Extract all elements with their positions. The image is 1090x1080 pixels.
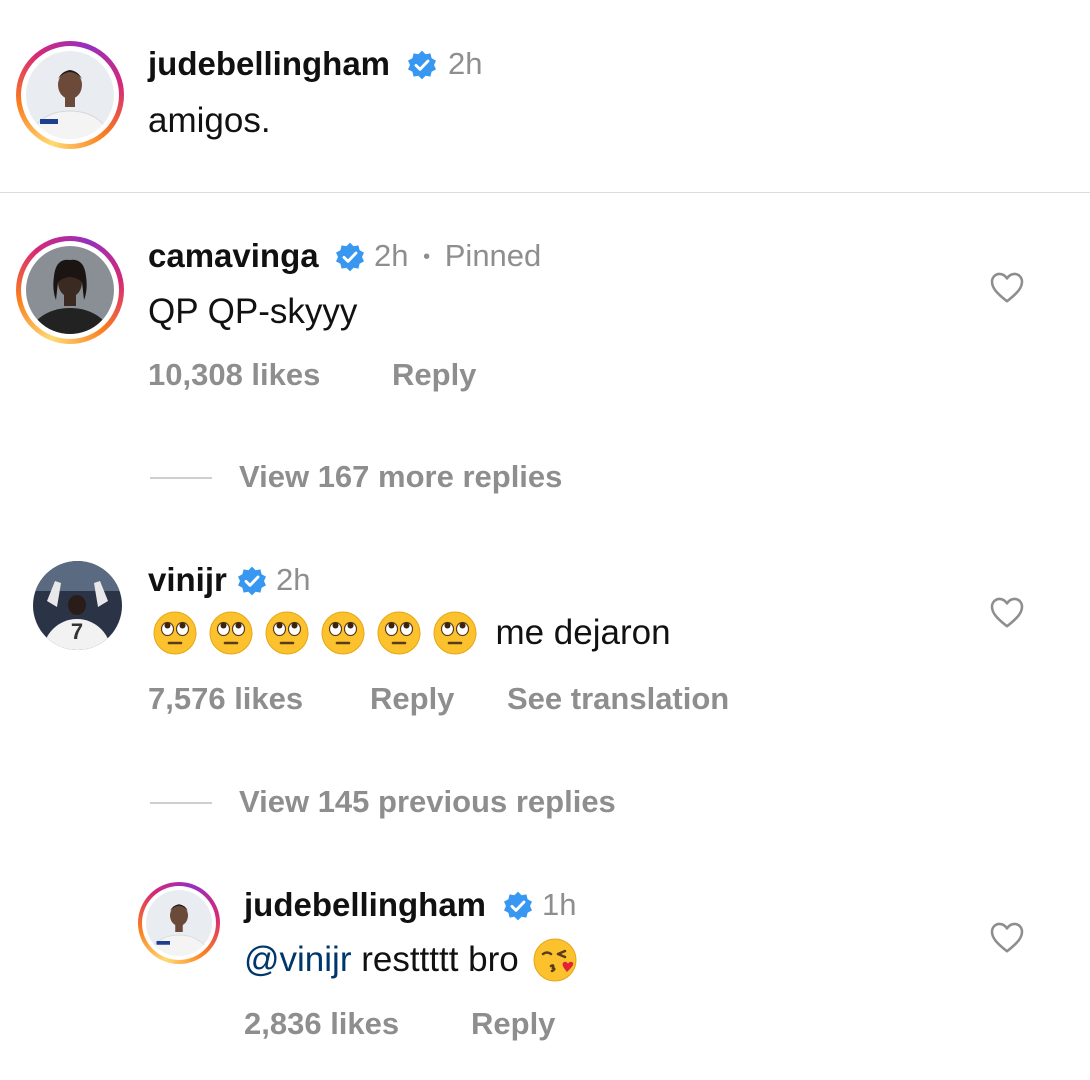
comment-avatar[interactable] <box>16 236 124 344</box>
likes-count[interactable]: 7,576 likes <box>148 681 303 717</box>
caption-divider <box>0 192 1090 193</box>
avatar-photo-icon: 7 <box>33 561 122 650</box>
caption-time: 2h <box>448 46 483 81</box>
verified-badge-icon <box>408 50 436 80</box>
reply-text-row: @vinijr resttttt bro <box>244 936 587 988</box>
like-heart-icon[interactable] <box>989 595 1025 629</box>
comment-text: QP QP-skyyy <box>148 292 358 331</box>
comment-text-row: me dejaron <box>151 609 671 661</box>
verified-badge-icon <box>504 891 532 921</box>
face-with-rolling-eyes-emoji <box>433 611 477 655</box>
like-heart-icon[interactable] <box>989 270 1025 304</box>
verified-badge-icon <box>336 242 364 272</box>
likes-count[interactable]: 10,308 likes <box>148 357 320 393</box>
caption-text: amigos. <box>148 101 271 140</box>
avatar-photo-icon <box>26 51 114 139</box>
face-blowing-kiss-emoji <box>533 938 576 982</box>
reply-button[interactable]: Reply <box>370 681 454 717</box>
comment-username[interactable]: vinijr <box>148 561 227 599</box>
face-with-rolling-eyes-emoji <box>209 611 253 655</box>
view-replies-line <box>150 802 212 804</box>
reply-button[interactable]: Reply <box>392 357 476 393</box>
likes-count[interactable]: 2,836 likes <box>244 1006 399 1042</box>
caption-avatar[interactable] <box>16 41 124 149</box>
reply-avatar[interactable] <box>138 882 220 964</box>
see-translation-button[interactable]: See translation <box>507 681 729 717</box>
comment-time: 2h • Pinned <box>374 238 541 274</box>
face-with-rolling-eyes-emoji <box>377 611 421 655</box>
comment-time-value: 2h <box>374 238 409 273</box>
face-with-rolling-eyes-emoji <box>321 611 365 655</box>
view-more-replies-button[interactable]: View 167 more replies <box>239 459 562 495</box>
mention-link[interactable]: @vinijr <box>244 940 351 979</box>
view-previous-replies-button[interactable]: View 145 previous replies <box>239 784 616 820</box>
face-with-rolling-eyes-emoji <box>153 611 197 655</box>
avatar-photo-icon <box>26 246 114 334</box>
comment-time: 2h <box>276 562 311 597</box>
rolling-eyes-emoji-group <box>151 611 487 655</box>
verified-badge-icon <box>238 566 266 596</box>
like-heart-icon[interactable] <box>989 920 1025 954</box>
separator-dot: • <box>423 246 431 269</box>
reply-username[interactable]: judebellingham <box>244 886 486 924</box>
comment-username[interactable]: camavinga <box>148 237 319 275</box>
reply-time: 1h <box>542 887 577 922</box>
reply-button[interactable]: Reply <box>471 1006 555 1042</box>
svg-text:7: 7 <box>71 619 83 644</box>
comment-text: me dejaron <box>495 613 671 652</box>
comment-avatar[interactable]: 7 <box>33 561 122 650</box>
pinned-label: Pinned <box>444 238 542 273</box>
avatar-photo-icon <box>146 890 212 956</box>
view-replies-line <box>150 477 212 479</box>
caption-username[interactable]: judebellingham <box>148 45 390 83</box>
face-with-rolling-eyes-emoji <box>265 611 309 655</box>
reply-text: resttttt bro <box>351 940 519 979</box>
